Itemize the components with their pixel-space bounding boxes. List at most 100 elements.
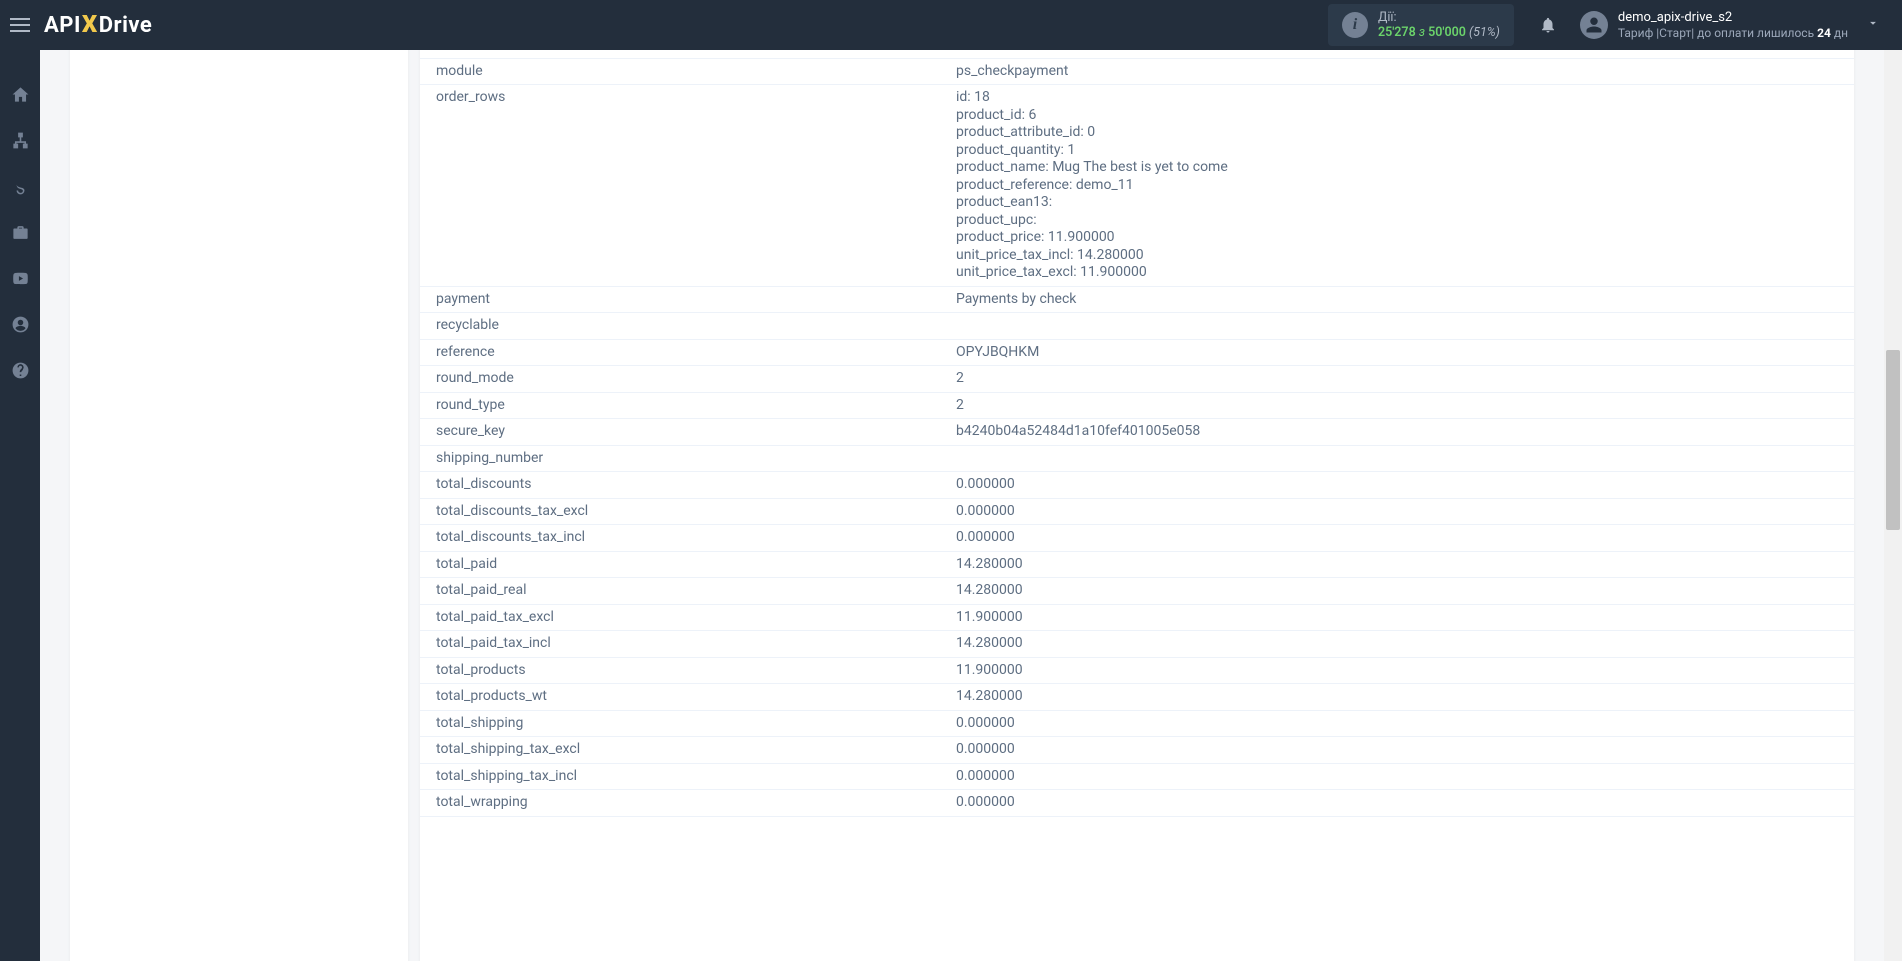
table-row: referenceOPYJBQHKM bbox=[420, 339, 1854, 366]
field-value: 0.000000 bbox=[940, 710, 1854, 737]
field-value: OPYJBQHKM bbox=[940, 339, 1854, 366]
field-value bbox=[940, 50, 1854, 58]
logo[interactable]: API X Drive bbox=[40, 11, 152, 39]
field-key: total_discounts_tax_incl bbox=[420, 525, 940, 552]
field-value: b4240b04a52484d1a10fef401005e058 bbox=[940, 419, 1854, 446]
sitemap-icon bbox=[11, 131, 30, 150]
briefcase-icon bbox=[11, 223, 30, 242]
field-key: total_discounts bbox=[420, 472, 940, 499]
user-tariff: Тариф |Старт| до оплати лишилось 24 дн bbox=[1618, 26, 1848, 40]
field-key: total_paid_tax_excl bbox=[420, 604, 940, 631]
table-row: round_type2 bbox=[420, 392, 1854, 419]
field-value: 11.900000 bbox=[940, 657, 1854, 684]
field-value: 14.280000 bbox=[940, 631, 1854, 658]
field-key: total_wrapping bbox=[420, 790, 940, 817]
table-row: total_discounts_tax_excl0.000000 bbox=[420, 498, 1854, 525]
field-value bbox=[940, 445, 1854, 472]
scrollbar-thumb[interactable] bbox=[1886, 350, 1900, 530]
table-row: round_mode2 bbox=[420, 366, 1854, 393]
sidebar-item-help[interactable] bbox=[0, 358, 40, 382]
field-value: 14.280000 bbox=[940, 578, 1854, 605]
field-key: shipping_number bbox=[420, 445, 940, 472]
data-table: mobile_thememoduleps_checkpaymentorder_r… bbox=[420, 50, 1854, 817]
table-row: total_paid_tax_incl14.280000 bbox=[420, 631, 1854, 658]
table-row: recyclable bbox=[420, 313, 1854, 340]
field-key: mobile_theme bbox=[420, 50, 940, 58]
sidebar bbox=[0, 50, 40, 961]
field-key: recyclable bbox=[420, 313, 940, 340]
field-key: order_rows bbox=[420, 85, 940, 287]
field-key: total_paid_tax_incl bbox=[420, 631, 940, 658]
chevron-down-icon bbox=[1866, 16, 1880, 30]
field-value: 2 bbox=[940, 366, 1854, 393]
field-key: total_paid bbox=[420, 551, 940, 578]
table-row: total_products11.900000 bbox=[420, 657, 1854, 684]
user-icon bbox=[1585, 16, 1603, 34]
info-icon: i bbox=[1342, 12, 1368, 38]
dollar-icon bbox=[11, 177, 30, 196]
sidebar-item-tools[interactable] bbox=[0, 220, 40, 244]
table-row: paymentPayments by check bbox=[420, 286, 1854, 313]
field-key: secure_key bbox=[420, 419, 940, 446]
field-value: 14.280000 bbox=[940, 551, 1854, 578]
table-row: total_shipping0.000000 bbox=[420, 710, 1854, 737]
actions-value: 25'278 з 50'000 (51%) bbox=[1378, 25, 1500, 40]
home-icon bbox=[11, 85, 30, 104]
field-value: 0.000000 bbox=[940, 763, 1854, 790]
field-value: 0.000000 bbox=[940, 737, 1854, 764]
field-key: payment bbox=[420, 286, 940, 313]
table-row: total_shipping_tax_excl0.000000 bbox=[420, 737, 1854, 764]
youtube-icon bbox=[11, 269, 30, 288]
table-row: total_discounts_tax_incl0.000000 bbox=[420, 525, 1854, 552]
content-area: mobile_thememoduleps_checkpaymentorder_r… bbox=[40, 50, 1902, 961]
field-key: total_shipping_tax_excl bbox=[420, 737, 940, 764]
table-row: total_shipping_tax_incl0.000000 bbox=[420, 763, 1854, 790]
field-value: 0.000000 bbox=[940, 525, 1854, 552]
table-row: secure_keyb4240b04a52484d1a10fef401005e0… bbox=[420, 419, 1854, 446]
actions-label: Дії: bbox=[1378, 10, 1500, 25]
table-row: total_products_wt14.280000 bbox=[420, 684, 1854, 711]
table-row: total_paid14.280000 bbox=[420, 551, 1854, 578]
field-key: total_paid_real bbox=[420, 578, 940, 605]
user-menu[interactable]: demo_apix-drive_s2 Тариф |Старт| до опла… bbox=[1574, 6, 1854, 44]
topbar: API X Drive i Дії: 25'278 з 50'000 (51%)… bbox=[0, 0, 1902, 50]
field-key: module bbox=[420, 58, 940, 85]
sidebar-item-home[interactable] bbox=[0, 82, 40, 106]
sidebar-item-video[interactable] bbox=[0, 266, 40, 290]
table-row: total_paid_tax_excl11.900000 bbox=[420, 604, 1854, 631]
table-row: order_rowsid: 18product_id: 6product_att… bbox=[420, 85, 1854, 287]
field-key: total_products bbox=[420, 657, 940, 684]
table-row: moduleps_checkpayment bbox=[420, 58, 1854, 85]
actions-counter[interactable]: i Дії: 25'278 з 50'000 (51%) bbox=[1328, 4, 1514, 46]
user-menu-chevron[interactable] bbox=[1854, 16, 1892, 34]
field-key: total_shipping_tax_incl bbox=[420, 763, 940, 790]
field-value: 0.000000 bbox=[940, 498, 1854, 525]
table-row: total_paid_real14.280000 bbox=[420, 578, 1854, 605]
avatar bbox=[1580, 11, 1608, 39]
field-key: total_shipping bbox=[420, 710, 940, 737]
scrollbar[interactable] bbox=[1884, 50, 1902, 961]
field-key: round_mode bbox=[420, 366, 940, 393]
user-name: demo_apix-drive_s2 bbox=[1618, 10, 1848, 26]
logo-text-post: Drive bbox=[99, 13, 153, 38]
field-value: ps_checkpayment bbox=[940, 58, 1854, 85]
sidebar-item-connections[interactable] bbox=[0, 128, 40, 152]
notifications-button[interactable] bbox=[1530, 7, 1566, 43]
field-key: total_products_wt bbox=[420, 684, 940, 711]
field-key: total_discounts_tax_excl bbox=[420, 498, 940, 525]
menu-toggle-button[interactable] bbox=[0, 0, 40, 50]
field-value bbox=[940, 313, 1854, 340]
field-key: reference bbox=[420, 339, 940, 366]
field-value: 11.900000 bbox=[940, 604, 1854, 631]
sidebar-item-billing[interactable] bbox=[0, 174, 40, 198]
sidebar-item-account[interactable] bbox=[0, 312, 40, 336]
table-row: shipping_number bbox=[420, 445, 1854, 472]
user-circle-icon bbox=[11, 315, 30, 334]
field-value: 0.000000 bbox=[940, 790, 1854, 817]
field-value: Payments by check bbox=[940, 286, 1854, 313]
table-row: total_discounts0.000000 bbox=[420, 472, 1854, 499]
field-value: 2 bbox=[940, 392, 1854, 419]
field-value: 14.280000 bbox=[940, 684, 1854, 711]
field-key: round_type bbox=[420, 392, 940, 419]
table-row: mobile_theme bbox=[420, 50, 1854, 58]
